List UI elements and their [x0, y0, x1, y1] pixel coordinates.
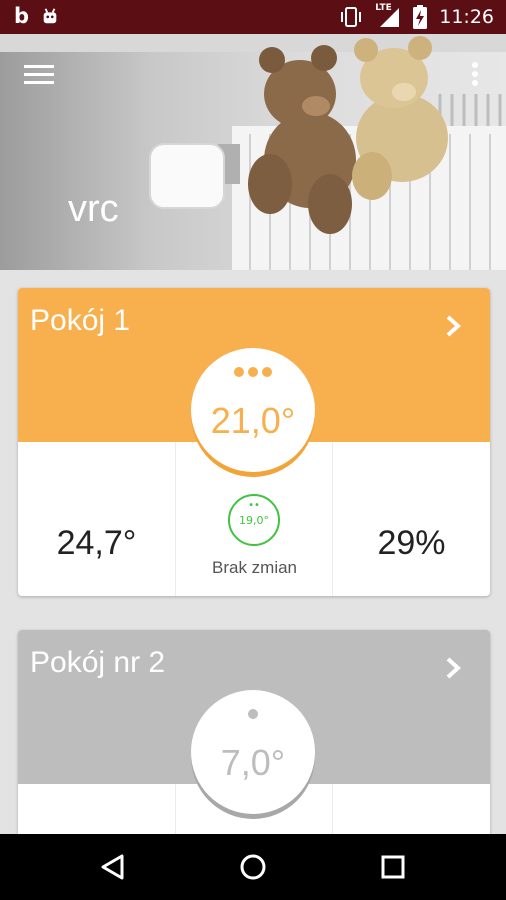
stat-cell	[332, 784, 489, 840]
schedule-badge[interactable]: •• 19,0°	[228, 494, 280, 546]
humidity-cell: 29%	[332, 442, 489, 596]
current-temp: 24,7°	[56, 524, 137, 562]
home-icon[interactable]	[238, 852, 268, 882]
battery-charging-icon	[413, 5, 428, 29]
chevron-right-icon[interactable]	[442, 314, 464, 338]
humidity: 29%	[377, 524, 446, 562]
network-label: LTE	[375, 3, 392, 13]
chevron-right-icon[interactable]	[442, 656, 464, 680]
android-icon	[43, 8, 57, 24]
mode-dots-icon	[234, 367, 272, 377]
schedule-status: Brak zmian	[211, 558, 298, 577]
status-app-letter: b	[14, 4, 30, 28]
lte-signal-icon: LTE	[375, 3, 401, 28]
recents-icon[interactable]	[378, 852, 408, 882]
current-temp-cell: 24,7°	[18, 442, 175, 596]
vibrate-icon	[341, 7, 362, 27]
room-name: Pokój 1	[30, 304, 131, 337]
stat-cell	[18, 784, 175, 840]
schedule-temp: 19,0°	[239, 514, 269, 527]
target-temp-dial[interactable]: 7,0°	[191, 690, 315, 814]
back-icon[interactable]	[98, 852, 128, 882]
header-photo	[0, 34, 506, 270]
navigation-bar	[0, 834, 506, 900]
more-vert-icon[interactable]	[464, 60, 486, 88]
menu-icon[interactable]	[24, 62, 54, 86]
room-name: Pokój nr 2	[30, 646, 166, 679]
schedule-dots-icon: ••	[248, 500, 260, 511]
status-bar: b LTE 11:26	[0, 0, 506, 34]
status-time: 11:26	[439, 6, 494, 28]
mode-dot-icon	[248, 709, 258, 719]
room-card-2[interactable]: Pokój nr 2 7,0°	[18, 630, 490, 840]
target-temp-dial[interactable]: 21,0°	[191, 348, 315, 472]
room-card-1[interactable]: Pokój 1 24,7° •• 19,0° Brak zmian 29% 21…	[18, 288, 490, 596]
target-temp: 21,0°	[210, 400, 296, 441]
header-title: vrc	[68, 188, 119, 230]
header-banner: vrc	[0, 34, 506, 270]
target-temp: 7,0°	[220, 742, 286, 783]
